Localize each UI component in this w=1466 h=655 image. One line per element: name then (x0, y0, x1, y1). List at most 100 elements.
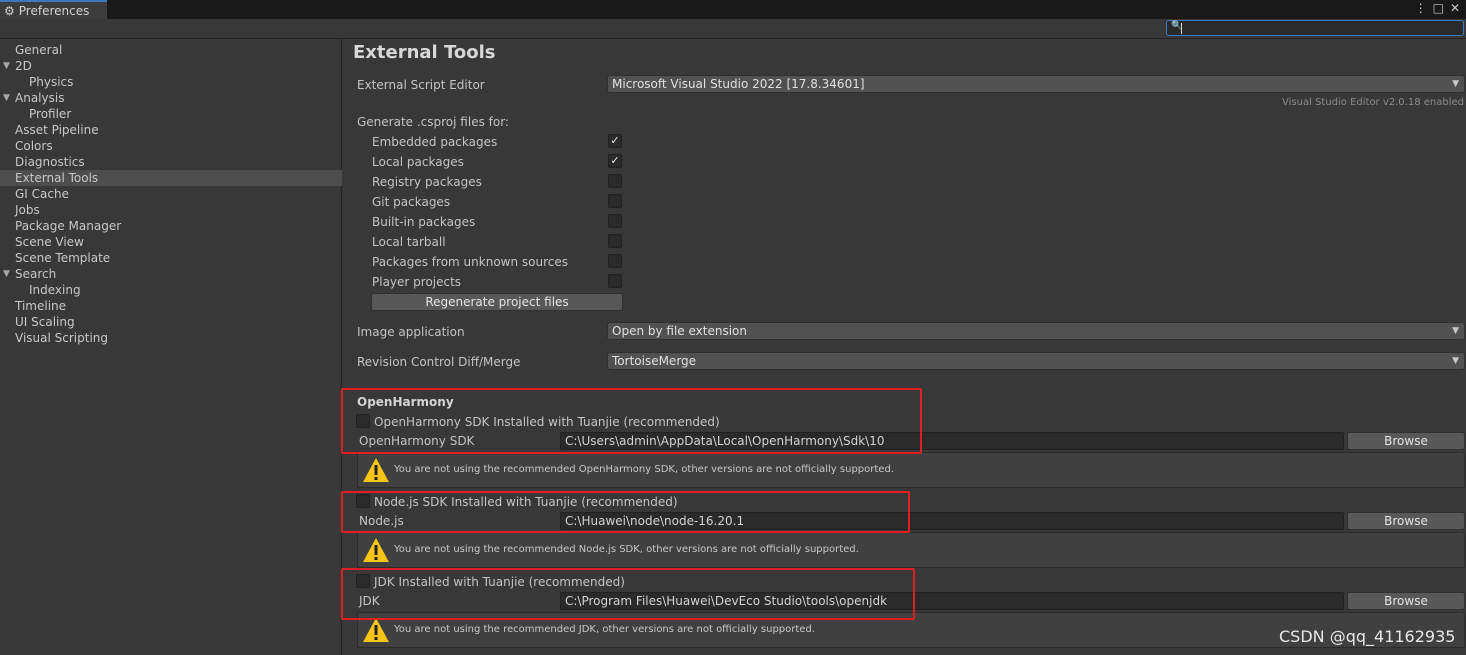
unknown-sources-checkbox[interactable] (608, 254, 622, 268)
openharmony-sdk-browse-button[interactable]: Browse (1347, 432, 1465, 450)
option-label: Packages from unknown sources (372, 255, 568, 269)
player-projects-checkbox[interactable] (608, 274, 622, 288)
editor-version-note: Visual Studio Editor v2.0.18 enabled (1282, 97, 1464, 108)
sidebar-item-ui-scaling[interactable]: UI Scaling (0, 314, 342, 330)
sidebar-item-scene-template[interactable]: Scene Template (0, 250, 342, 266)
check-icon: ✓ (610, 154, 620, 167)
script-editor-value: Microsoft Visual Studio 2022 [17.8.34601… (612, 77, 865, 91)
option-label: Embedded packages (372, 135, 498, 149)
sidebar-item-scene-view[interactable]: Scene View (0, 234, 342, 250)
sidebar-item-label: Physics (29, 75, 74, 89)
sidebar-item-label: GI Cache (15, 187, 69, 201)
image-application-label: Image application (357, 325, 465, 339)
sidebar-item-profiler[interactable]: Profiler (0, 106, 342, 122)
sidebar-item-label: Visual Scripting (15, 331, 108, 345)
expand-arrow-icon[interactable]: ▼ (3, 90, 10, 106)
sidebar: General ▼ 2D Physics ▼ Analysis Profiler A… (0, 39, 342, 655)
sidebar-item-label: Package Manager (15, 219, 122, 233)
maximize-icon[interactable]: □ (1433, 1, 1444, 15)
check-icon: ✓ (610, 134, 620, 147)
revision-control-value: TortoiseMerge (612, 354, 697, 368)
sidebar-item-analysis[interactable]: ▼ Analysis (0, 90, 342, 106)
close-icon[interactable]: ✕ (1450, 1, 1460, 15)
expand-arrow-icon[interactable]: ▼ (3, 58, 10, 74)
image-application-value: Open by file extension (612, 324, 747, 338)
local-tarball-checkbox[interactable] (608, 234, 622, 248)
sidebar-item-external-tools[interactable]: External Tools (0, 170, 342, 186)
option-label: Local tarball (372, 235, 446, 249)
sidebar-item-label: Jobs (15, 203, 40, 217)
page-title: External Tools (353, 42, 496, 63)
highlight-box-nodejs (341, 491, 910, 533)
preferences-tab[interactable]: ⚙ Preferences (0, 0, 107, 19)
sidebar-item-jobs[interactable]: Jobs (0, 202, 342, 218)
sidebar-item-label: Scene Template (15, 251, 111, 265)
warning-text: You are not using the recommended Node.j… (394, 544, 859, 555)
option-label: Local packages (372, 155, 464, 169)
sidebar-item-package-manager[interactable]: Package Manager (0, 218, 342, 234)
option-label: Git packages (372, 195, 451, 209)
tab-title: Preferences (18, 3, 90, 18)
sidebar-item-diagnostics[interactable]: Diagnostics (0, 154, 342, 170)
builtin-packages-checkbox[interactable] (608, 214, 622, 228)
highlight-box-openharmony-sdk (341, 388, 922, 454)
option-label: Registry packages (372, 175, 482, 189)
image-application-dropdown[interactable]: Open by file extension ▼ (607, 322, 1465, 340)
nodejs-browse-button[interactable]: Browse (1347, 512, 1465, 530)
sidebar-item-2d[interactable]: ▼ 2D (0, 58, 342, 74)
sidebar-item-timeline[interactable]: Timeline (0, 298, 342, 314)
chevron-down-icon: ▼ (1452, 326, 1459, 336)
sidebar-item-label: Diagnostics (15, 155, 85, 169)
sidebar-item-label: External Tools (15, 171, 99, 185)
nodejs-warning: You are not using the recommended Node.j… (357, 532, 1465, 568)
sidebar-item-colors[interactable]: Colors (0, 138, 342, 154)
sidebar-item-physics[interactable]: Physics (0, 74, 342, 90)
sidebar-item-label: 2D (15, 59, 32, 73)
warning-icon (363, 458, 389, 482)
csproj-label: Generate .csproj files for: (357, 115, 509, 129)
gear-icon: ⚙ (4, 3, 15, 18)
revision-control-dropdown[interactable]: TortoiseMerge ▼ (607, 352, 1465, 370)
local-packages-checkbox[interactable]: ✓ (608, 154, 622, 168)
revision-control-label: Revision Control Diff/Merge (357, 355, 521, 369)
openharmony-sdk-warning: You are not using the recommended OpenHa… (357, 452, 1465, 488)
jdk-browse-button[interactable]: Browse (1347, 592, 1465, 610)
title-bar: ⚙ Preferences ⋮ □ ✕ (0, 0, 1466, 19)
git-packages-checkbox[interactable] (608, 194, 622, 208)
sidebar-item-asset-pipeline[interactable]: Asset Pipeline (0, 122, 342, 138)
registry-packages-checkbox[interactable] (608, 174, 622, 188)
option-label: Built-in packages (372, 215, 476, 229)
sidebar-item-label: Indexing (29, 283, 81, 297)
script-editor-label: External Script Editor (357, 78, 485, 92)
highlight-box-jdk (341, 568, 915, 620)
sidebar-item-label: UI Scaling (15, 315, 75, 329)
warning-icon (363, 538, 389, 562)
text-cursor (1181, 23, 1182, 34)
embedded-packages-checkbox[interactable]: ✓ (608, 134, 622, 148)
sidebar-item-search[interactable]: ▼ Search (0, 266, 342, 282)
sidebar-item-label: Colors (15, 139, 53, 153)
regenerate-project-files-button[interactable]: Regenerate project files (371, 293, 623, 311)
sidebar-item-label: Asset Pipeline (15, 123, 99, 137)
chevron-down-icon: ▼ (1452, 79, 1459, 89)
script-editor-dropdown[interactable]: Microsoft Visual Studio 2022 [17.8.34601… (607, 75, 1465, 93)
sidebar-item-general[interactable]: General (0, 42, 342, 58)
warning-text: You are not using the recommended OpenHa… (394, 464, 894, 475)
watermark: CSDN @qq_41162935 (1279, 627, 1456, 646)
warning-text: You are not using the recommended JDK, o… (394, 624, 815, 635)
search-input[interactable]: 🔍 (1166, 20, 1464, 36)
warning-icon (363, 618, 389, 642)
sidebar-item-indexing[interactable]: Indexing (0, 282, 342, 298)
sidebar-item-label: Profiler (29, 107, 72, 121)
settings-panel: External Tools External Script Editor Mi… (343, 39, 1466, 655)
option-label: Player projects (372, 275, 462, 289)
expand-arrow-icon[interactable]: ▼ (3, 266, 10, 282)
sidebar-item-label: General (15, 43, 63, 57)
kebab-menu-icon[interactable]: ⋮ (1415, 1, 1427, 15)
sidebar-item-visual-scripting[interactable]: Visual Scripting (0, 330, 342, 346)
sidebar-item-label: Analysis (15, 91, 65, 105)
chevron-down-icon: ▼ (1452, 356, 1459, 366)
sidebar-item-label: Scene View (15, 235, 84, 249)
sidebar-item-gi-cache[interactable]: GI Cache (0, 186, 342, 202)
sidebar-item-label: Timeline (15, 299, 67, 313)
